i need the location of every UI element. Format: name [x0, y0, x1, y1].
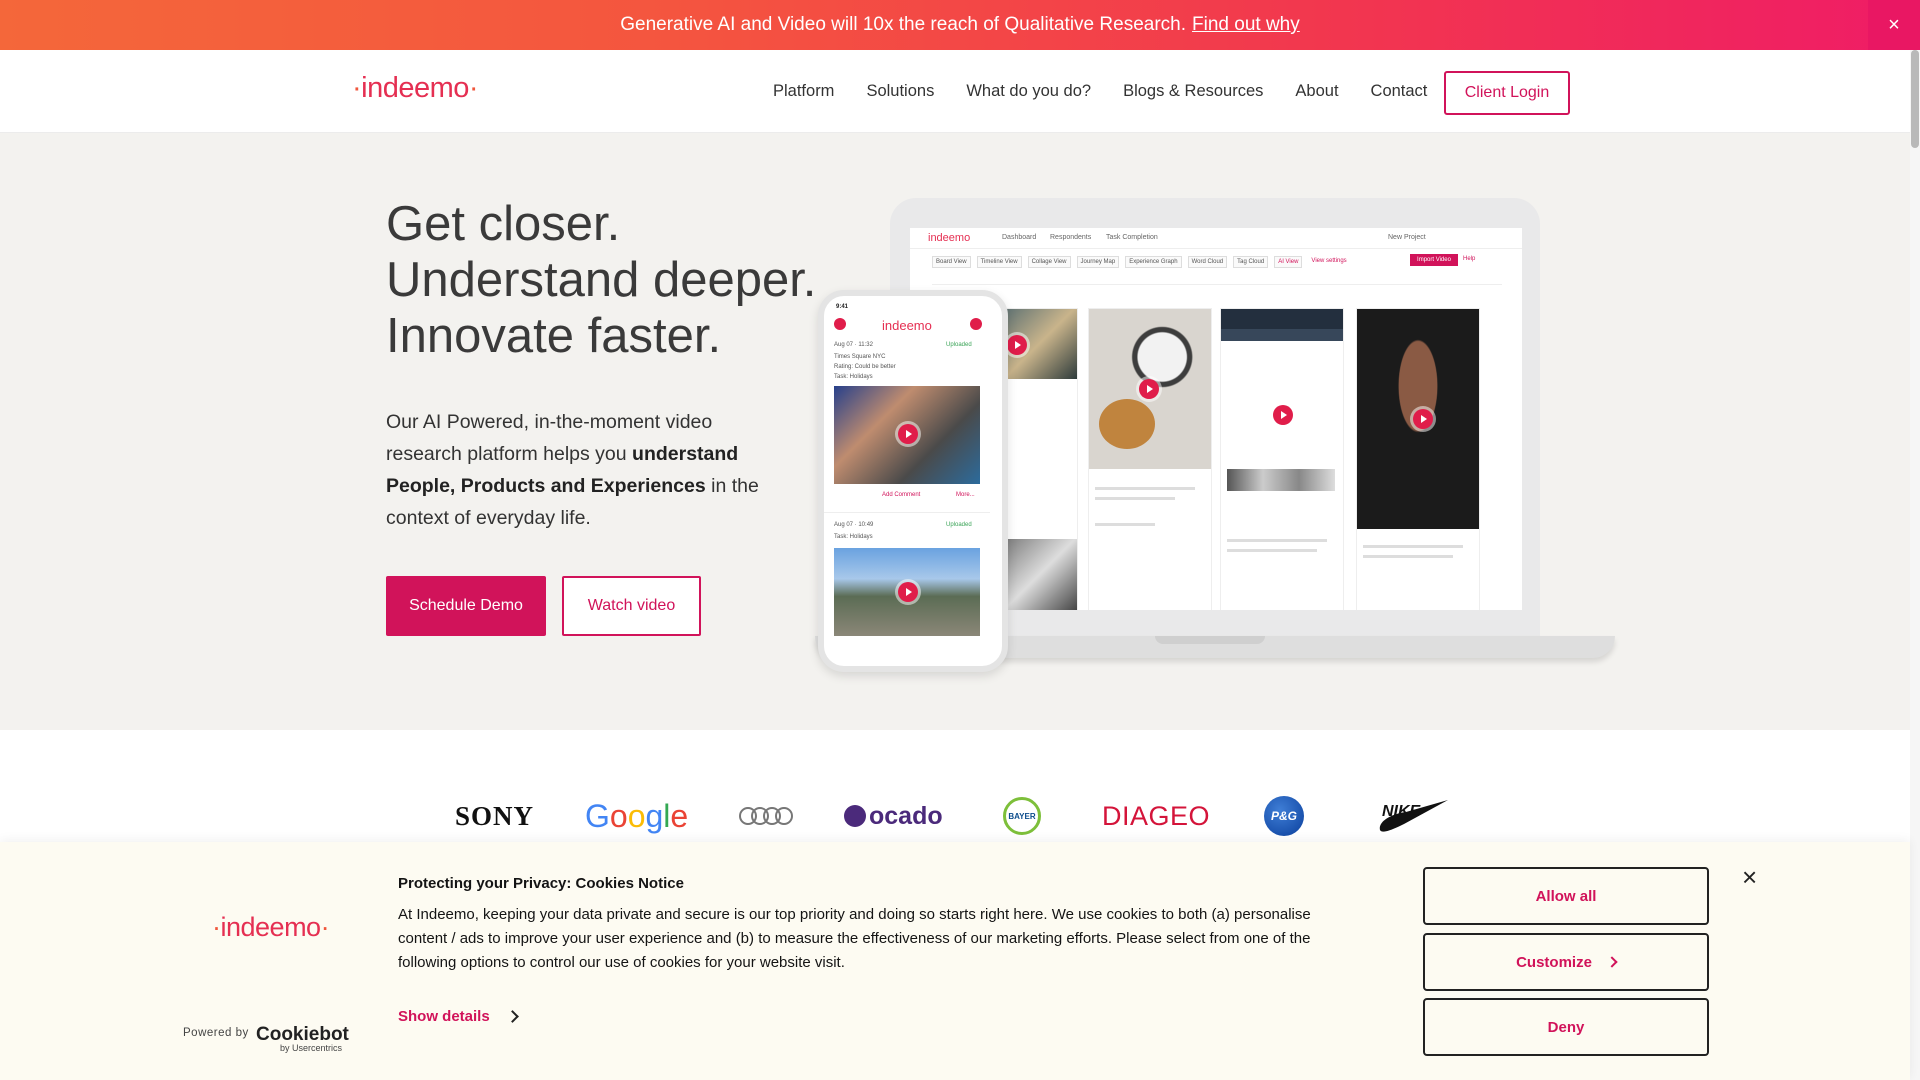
customize-button[interactable]: Customize — [1423, 933, 1709, 991]
more-link: More... — [956, 492, 975, 498]
entry-rating: Rating: Could be better — [834, 364, 896, 370]
client-login-button[interactable]: Client Login — [1444, 71, 1570, 115]
close-icon: × — [1742, 862, 1758, 892]
hero-title-line-1: Get closer. — [386, 197, 621, 251]
play-icon — [1007, 335, 1027, 355]
diageo-logo: DIAGEO — [1102, 800, 1211, 831]
entry-task: Task: Holidays — [834, 374, 873, 380]
audi-logo — [738, 796, 794, 836]
app-tab: Journey Map — [1076, 256, 1120, 268]
play-icon — [1413, 409, 1433, 429]
site-header: ·indeemo· Platform Solutions What do you… — [0, 50, 1910, 133]
entry-date: Aug 07 · 10:49 — [834, 522, 874, 528]
entry-task: Task: Holidays — [834, 534, 873, 540]
watch-video-button[interactable]: Watch video — [562, 576, 701, 636]
bayer-logo: BAYER — [1003, 796, 1041, 836]
hero-title-line-2: Understand deeper. — [386, 253, 817, 307]
google-logo: Google — [585, 797, 689, 834]
plus-icon — [970, 318, 982, 330]
indeemo-logo[interactable]: ·indeemo· — [352, 72, 479, 105]
scrollbar-thumb[interactable] — [1911, 50, 1919, 148]
app-view-tabs: Board View Timeline View Collage View Jo… — [932, 256, 1350, 268]
app-help: Help — [1463, 256, 1476, 262]
play-icon — [1273, 405, 1293, 425]
app-tab: Collage View — [1027, 256, 1071, 268]
phone-mockup: 9:41 indeemo Aug 07 · 11:32 Uploaded Tim… — [818, 290, 1008, 672]
sony-logo: SONY — [455, 800, 535, 831]
pg-logo: P&G — [1264, 796, 1304, 836]
app-tab: Board View — [932, 256, 971, 268]
entry-date: Aug 07 · 11:32 — [834, 342, 873, 348]
play-icon — [898, 582, 918, 602]
announcement-text: Generative AI and Video will 10x the rea… — [620, 14, 1187, 35]
announcement-close-button[interactable]: × — [1868, 0, 1920, 50]
app-tab: View settings — [1311, 258, 1347, 264]
announcement-bar: Generative AI and Video will 10x the rea… — [0, 0, 1920, 50]
nav-what-do-you-do[interactable]: What do you do? — [966, 82, 1091, 101]
cookie-title: Protecting your Privacy: Cookies Notice — [398, 875, 684, 892]
menu-icon — [834, 318, 846, 330]
nav-solutions[interactable]: Solutions — [866, 82, 934, 101]
nav-blogs-resources[interactable]: Blogs & Resources — [1123, 82, 1263, 101]
app-tab: AI View — [1274, 256, 1303, 268]
entry-location: Times Square NYC — [834, 354, 886, 360]
nav-contact[interactable]: Contact — [1371, 82, 1428, 101]
entry-status: Uploaded — [946, 342, 972, 348]
app-new-project: New Project — [1388, 234, 1426, 241]
find-out-why-link[interactable]: Find out why — [1192, 14, 1300, 36]
cookiebot-sub-label: by Usercentrics — [280, 1043, 343, 1053]
show-details-label: Show details — [398, 1008, 490, 1025]
hero-title-line-3: Innovate faster. — [386, 309, 722, 363]
schedule-demo-button[interactable]: Schedule Demo — [386, 576, 546, 636]
page-scrollbar[interactable] — [1910, 50, 1920, 1080]
show-details-button[interactable]: Show details — [398, 1008, 519, 1025]
phone-logo: indeemo — [882, 318, 932, 333]
allow-all-button[interactable]: Allow all — [1423, 867, 1709, 925]
close-icon: × — [1888, 13, 1900, 36]
deny-button[interactable]: Deny — [1423, 998, 1709, 1056]
play-icon — [898, 424, 918, 444]
ocado-logo: ocado — [844, 796, 943, 836]
powered-by-label: Powered by — [183, 1027, 249, 1039]
customize-label: Customize — [1516, 953, 1592, 971]
chevron-right-icon — [505, 1010, 519, 1023]
phone-time: 9:41 — [836, 304, 849, 310]
app-filters-row — [932, 274, 1502, 285]
nav-platform[interactable]: Platform — [773, 82, 834, 101]
hero-description: Our AI Powered, in-the-moment video rese… — [386, 411, 759, 529]
chevron-right-icon — [1606, 956, 1618, 968]
entry-status: Uploaded — [946, 522, 972, 528]
app-import-video-button: Import Video — [1410, 254, 1458, 266]
cookie-indeemo-logo: ·indeemo· — [212, 912, 330, 942]
app-tab: Experience Graph — [1125, 256, 1182, 268]
svg-text:NIKE: NIKE — [1382, 803, 1422, 820]
video-card — [1356, 308, 1480, 610]
video-card — [1000, 308, 1078, 610]
app-task-completion: Task Completion — [1106, 234, 1158, 241]
video-card — [1088, 308, 1212, 610]
app-dashboard: Dashboard — [1002, 234, 1037, 241]
play-icon — [1139, 379, 1159, 399]
cookie-text: At Indeemo, keeping your data private an… — [398, 906, 1311, 971]
hero-title: Get closer. Understand deeper. Innovate … — [386, 196, 816, 364]
client-logos-strip — [0, 730, 1910, 842]
video-card — [1220, 308, 1344, 610]
app-logo: indeemo — [928, 232, 971, 244]
app-tab: Tag Cloud — [1233, 256, 1269, 268]
main-nav: Platform Solutions What do you do? Blogs… — [773, 50, 1459, 132]
nav-about[interactable]: About — [1295, 82, 1338, 101]
app-tab: Word Cloud — [1187, 256, 1228, 268]
app-respondents: Respondents — [1050, 234, 1092, 241]
app-tab: Timeline View — [976, 256, 1022, 268]
cookie-close-button[interactable]: × — [1742, 862, 1757, 893]
nike-logo: NIKE — [1376, 796, 1452, 836]
add-comment-link: Add Comment — [882, 492, 921, 498]
app-topbar: indeemo Dashboard Respondents Task Compl… — [910, 228, 1522, 249]
